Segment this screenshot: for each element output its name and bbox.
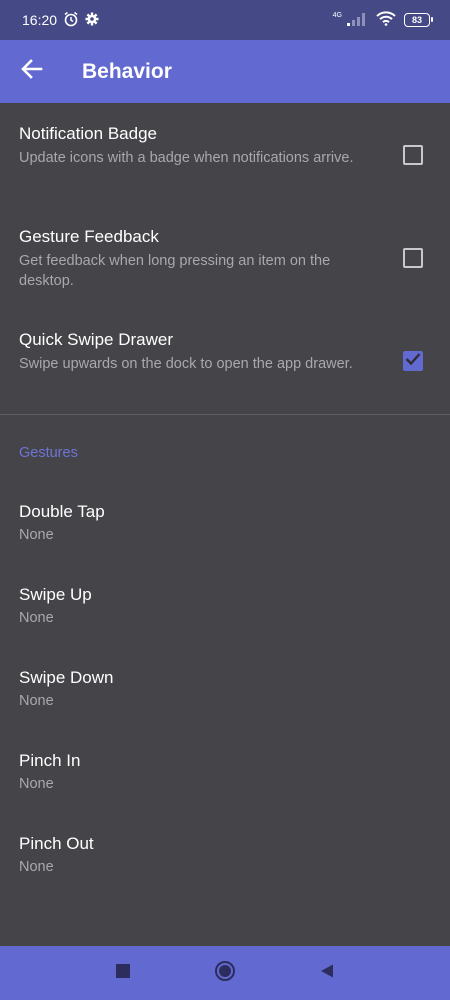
nav-recents-button[interactable]: [110, 960, 136, 986]
setting-notification-badge[interactable]: Notification Badge Update icons with a b…: [0, 103, 450, 206]
setting-title: Quick Swipe Drawer: [19, 330, 173, 349]
pref-title: Double Tap: [19, 502, 105, 521]
pref-title: Pinch Out: [19, 834, 94, 853]
setting-summary: Update icons with a badge when notificat…: [19, 150, 354, 166]
pref-value: None: [19, 527, 54, 543]
gesture-feedback-checkbox[interactable]: [403, 248, 423, 268]
gesture-pinch-in[interactable]: Pinch In None: [0, 736, 450, 819]
square-icon: [115, 963, 131, 984]
pref-title: Swipe Up: [19, 585, 92, 604]
status-bar: 16:20 4G 83: [0, 0, 450, 40]
setting-quick-swipe-drawer[interactable]: Quick Swipe Drawer Swipe upwards on the …: [0, 309, 450, 412]
battery-indicator: 83: [404, 13, 433, 27]
setting-title: Gesture Feedback: [19, 227, 159, 246]
quick-swipe-drawer-checkbox[interactable]: [403, 351, 423, 371]
status-time: 16:20: [22, 12, 58, 28]
gear-icon: [85, 12, 99, 29]
gesture-pinch-out[interactable]: Pinch Out None: [0, 819, 450, 902]
pref-value: None: [19, 859, 54, 875]
pref-title: Pinch In: [19, 751, 81, 770]
notification-badge-checkbox[interactable]: [403, 145, 423, 165]
status-right: 4G 83: [332, 11, 433, 29]
gesture-double-tap[interactable]: Double Tap None: [0, 487, 450, 570]
gesture-swipe-up[interactable]: Swipe Up None: [0, 570, 450, 653]
setting-summary: Swipe upwards on the dock to open the ap…: [19, 356, 353, 372]
navigation-bar: [0, 946, 450, 1000]
circle-icon: [214, 960, 236, 987]
pref-value: None: [19, 610, 54, 626]
triangle-back-icon: [319, 963, 335, 984]
alarm-clock-icon: [63, 11, 79, 30]
pref-value: None: [19, 693, 54, 709]
nav-back-button[interactable]: [314, 960, 340, 986]
app-bar: Behavior: [0, 40, 450, 103]
page-title: Behavior: [82, 59, 172, 83]
setting-title: Notification Badge: [19, 124, 157, 143]
section-header-gestures: Gestures: [19, 445, 78, 461]
setting-gesture-feedback[interactable]: Gesture Feedback Get feedback when long …: [0, 206, 450, 309]
wifi-icon: [376, 11, 396, 29]
network-type: 4G: [332, 11, 342, 19]
pref-title: Swipe Down: [19, 668, 114, 687]
arrow-left-icon: [21, 59, 43, 84]
nav-home-button[interactable]: [212, 960, 238, 986]
settings-list: Notification Badge Update icons with a b…: [0, 103, 450, 902]
setting-summary: Get feedback when long pressing an item …: [19, 253, 331, 289]
cell-signal-icon: [346, 12, 368, 29]
pref-value: None: [19, 776, 54, 792]
back-button[interactable]: [0, 40, 64, 103]
status-left: 16:20: [22, 11, 99, 30]
gesture-swipe-down[interactable]: Swipe Down None: [0, 653, 450, 736]
checkmark-icon: [405, 352, 421, 371]
